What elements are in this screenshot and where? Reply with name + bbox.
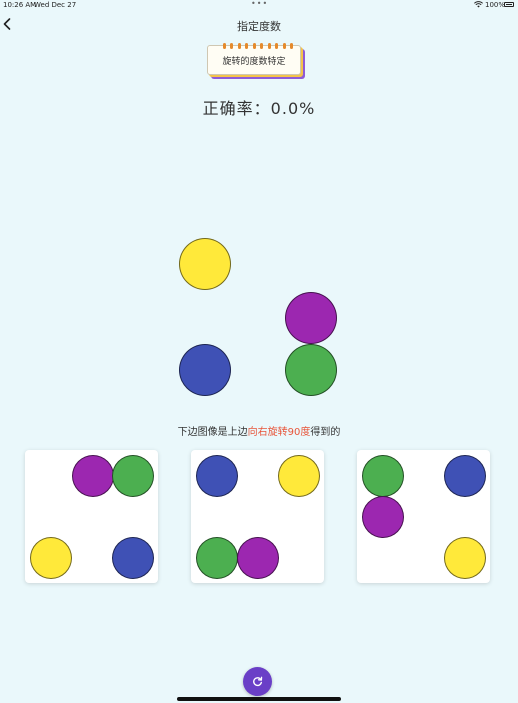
status-time: 10:26 AM (3, 1, 37, 9)
option-ball (237, 537, 279, 579)
question-prefix: 下边图像是上边 (177, 427, 248, 438)
status-date: Wed Dec 27 (34, 1, 77, 9)
notebook-rings-icon (223, 43, 293, 49)
mode-card-face[interactable]: 旋转的度数特定 (207, 43, 301, 75)
refresh-icon (253, 676, 263, 687)
option-ball (444, 455, 486, 497)
option-ball (196, 455, 238, 497)
option-card-3[interactable] (357, 450, 490, 583)
target-ball-top-right (285, 292, 337, 344)
option-ball (30, 537, 72, 579)
option-ball (362, 455, 404, 497)
question-suffix: 得到的 (310, 427, 341, 438)
home-indicator[interactable] (177, 697, 341, 701)
option-ball (444, 537, 486, 579)
target-ball-top-left (179, 238, 231, 290)
option-ball (72, 455, 114, 497)
battery-icon (504, 2, 514, 7)
question-text: 下边图像是上边向右旋转90度得到的 (0, 423, 518, 438)
option-ball (196, 537, 238, 579)
page-title: 指定度数 (237, 20, 281, 33)
target-ball-bottom-right (285, 344, 337, 396)
accuracy-text: 正确率：0.0% (202, 99, 316, 118)
question-highlight: 向右旋转90度 (247, 427, 311, 438)
option-card-2[interactable] (191, 450, 324, 583)
option-ball (278, 455, 320, 497)
refresh-button[interactable] (243, 667, 272, 696)
mode-card-label: 旋转的度数特定 (222, 56, 286, 67)
wifi-icon (474, 1, 483, 10)
mode-card[interactable]: 旋转的度数特定 (207, 43, 307, 81)
option-card-1[interactable] (25, 450, 158, 583)
multitasking-dots-icon[interactable]: ••• (251, 0, 268, 8)
target-ball-bottom-left (179, 344, 231, 396)
option-ball (112, 455, 154, 497)
option-ball (362, 496, 404, 538)
battery-percent: 100% (485, 1, 506, 9)
status-bar: 10:26 AM Wed Dec 27 ••• 100% (0, 0, 518, 12)
option-ball (112, 537, 154, 579)
